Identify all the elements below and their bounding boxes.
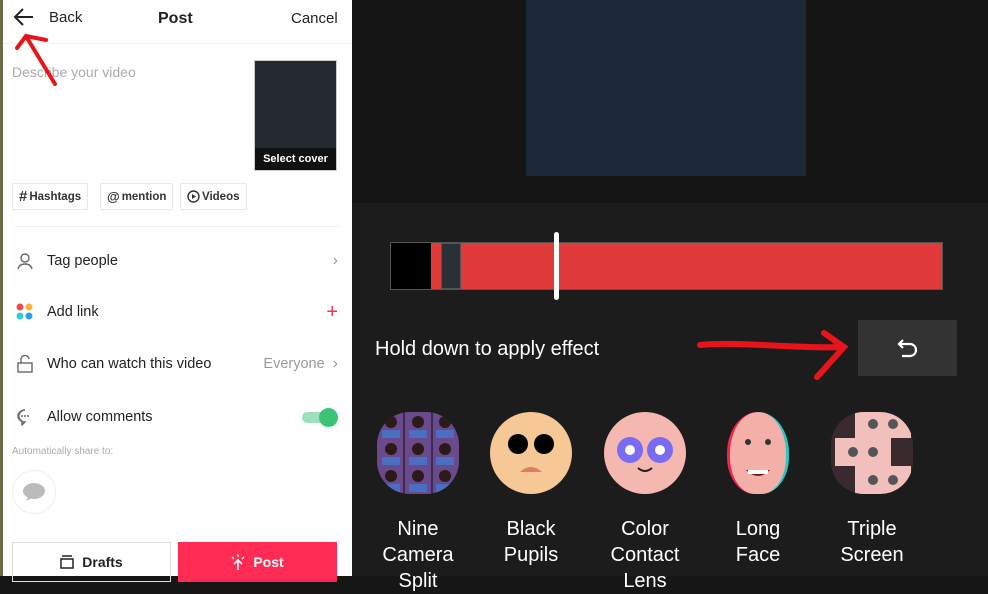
- hashtags-button[interactable]: # Hashtags: [12, 183, 89, 210]
- apps-dots-icon: [15, 303, 35, 321]
- effects-editor: Hold down to apply effect Nine Camera Spli…: [352, 0, 988, 592]
- effect-color-contact-lens[interactable]: Color Contact Lens: [590, 412, 700, 592]
- allow-comments-row: Allow comments: [15, 402, 338, 432]
- message-bubble-icon: [23, 483, 45, 501]
- effect-triple-screen[interactable]: Triple Screen: [817, 412, 927, 568]
- divider: [15, 226, 339, 227]
- unlock-icon: [15, 355, 35, 373]
- undo-button[interactable]: [858, 320, 957, 376]
- timeline-frame: [441, 243, 461, 289]
- back-button[interactable]: Back: [13, 6, 82, 28]
- undo-icon: [896, 339, 917, 358]
- chevron-right-icon: ›: [332, 355, 338, 372]
- annotation-arrow: [15, 33, 57, 86]
- timeline-frame: [391, 243, 431, 289]
- timeline[interactable]: [390, 242, 943, 290]
- at-icon: @: [107, 189, 120, 204]
- nine-camera-split-icon: [377, 412, 459, 494]
- effect-nine-camera-split[interactable]: Nine Camera Split: [363, 412, 473, 592]
- post-button[interactable]: Post: [178, 542, 337, 582]
- comment-icon: [15, 408, 35, 426]
- add-link-row[interactable]: Add link +: [15, 297, 338, 327]
- hashtag-icon: #: [19, 188, 28, 205]
- hint-text: Hold down to apply effect: [375, 338, 600, 360]
- who-can-watch-row[interactable]: Who can watch this video Everyone ›: [15, 349, 338, 379]
- black-pupils-icon: [490, 412, 572, 494]
- drafts-icon: [60, 555, 75, 569]
- person-icon: [15, 252, 35, 270]
- upload-sparkle-icon: [231, 554, 245, 570]
- videos-button[interactable]: Videos: [180, 183, 247, 210]
- timeline-playhead[interactable]: [553, 232, 559, 300]
- page-title: Post: [158, 10, 193, 27]
- chevron-right-icon: ›: [332, 252, 338, 269]
- tag-people-row[interactable]: Tag people ›: [15, 246, 338, 276]
- effect-long-face[interactable]: Long Face: [703, 412, 813, 568]
- triple-screen-icon: [831, 412, 913, 494]
- select-cover-button[interactable]: Select cover: [254, 60, 337, 171]
- video-preview: [526, 0, 806, 176]
- share-messages-button[interactable]: [12, 470, 56, 514]
- arrow-left-icon: [13, 8, 33, 26]
- post-panel: Back Post Cancel Describe your video Sel…: [0, 0, 352, 582]
- allow-comments-toggle[interactable]: [302, 408, 338, 427]
- annotation-arrow: [697, 330, 849, 380]
- drafts-button[interactable]: Drafts: [12, 542, 171, 582]
- plus-icon: +: [326, 300, 338, 323]
- mention-button[interactable]: @ mention: [100, 183, 174, 210]
- cancel-button[interactable]: Cancel: [291, 10, 338, 27]
- play-circle-icon: [187, 190, 200, 203]
- color-contact-lens-icon: [604, 412, 686, 494]
- privacy-value: Everyone: [263, 356, 325, 372]
- share-label: Automatically share to:: [12, 446, 114, 457]
- long-face-icon: [727, 412, 789, 494]
- effect-black-pupils[interactable]: Black Pupils: [476, 412, 586, 568]
